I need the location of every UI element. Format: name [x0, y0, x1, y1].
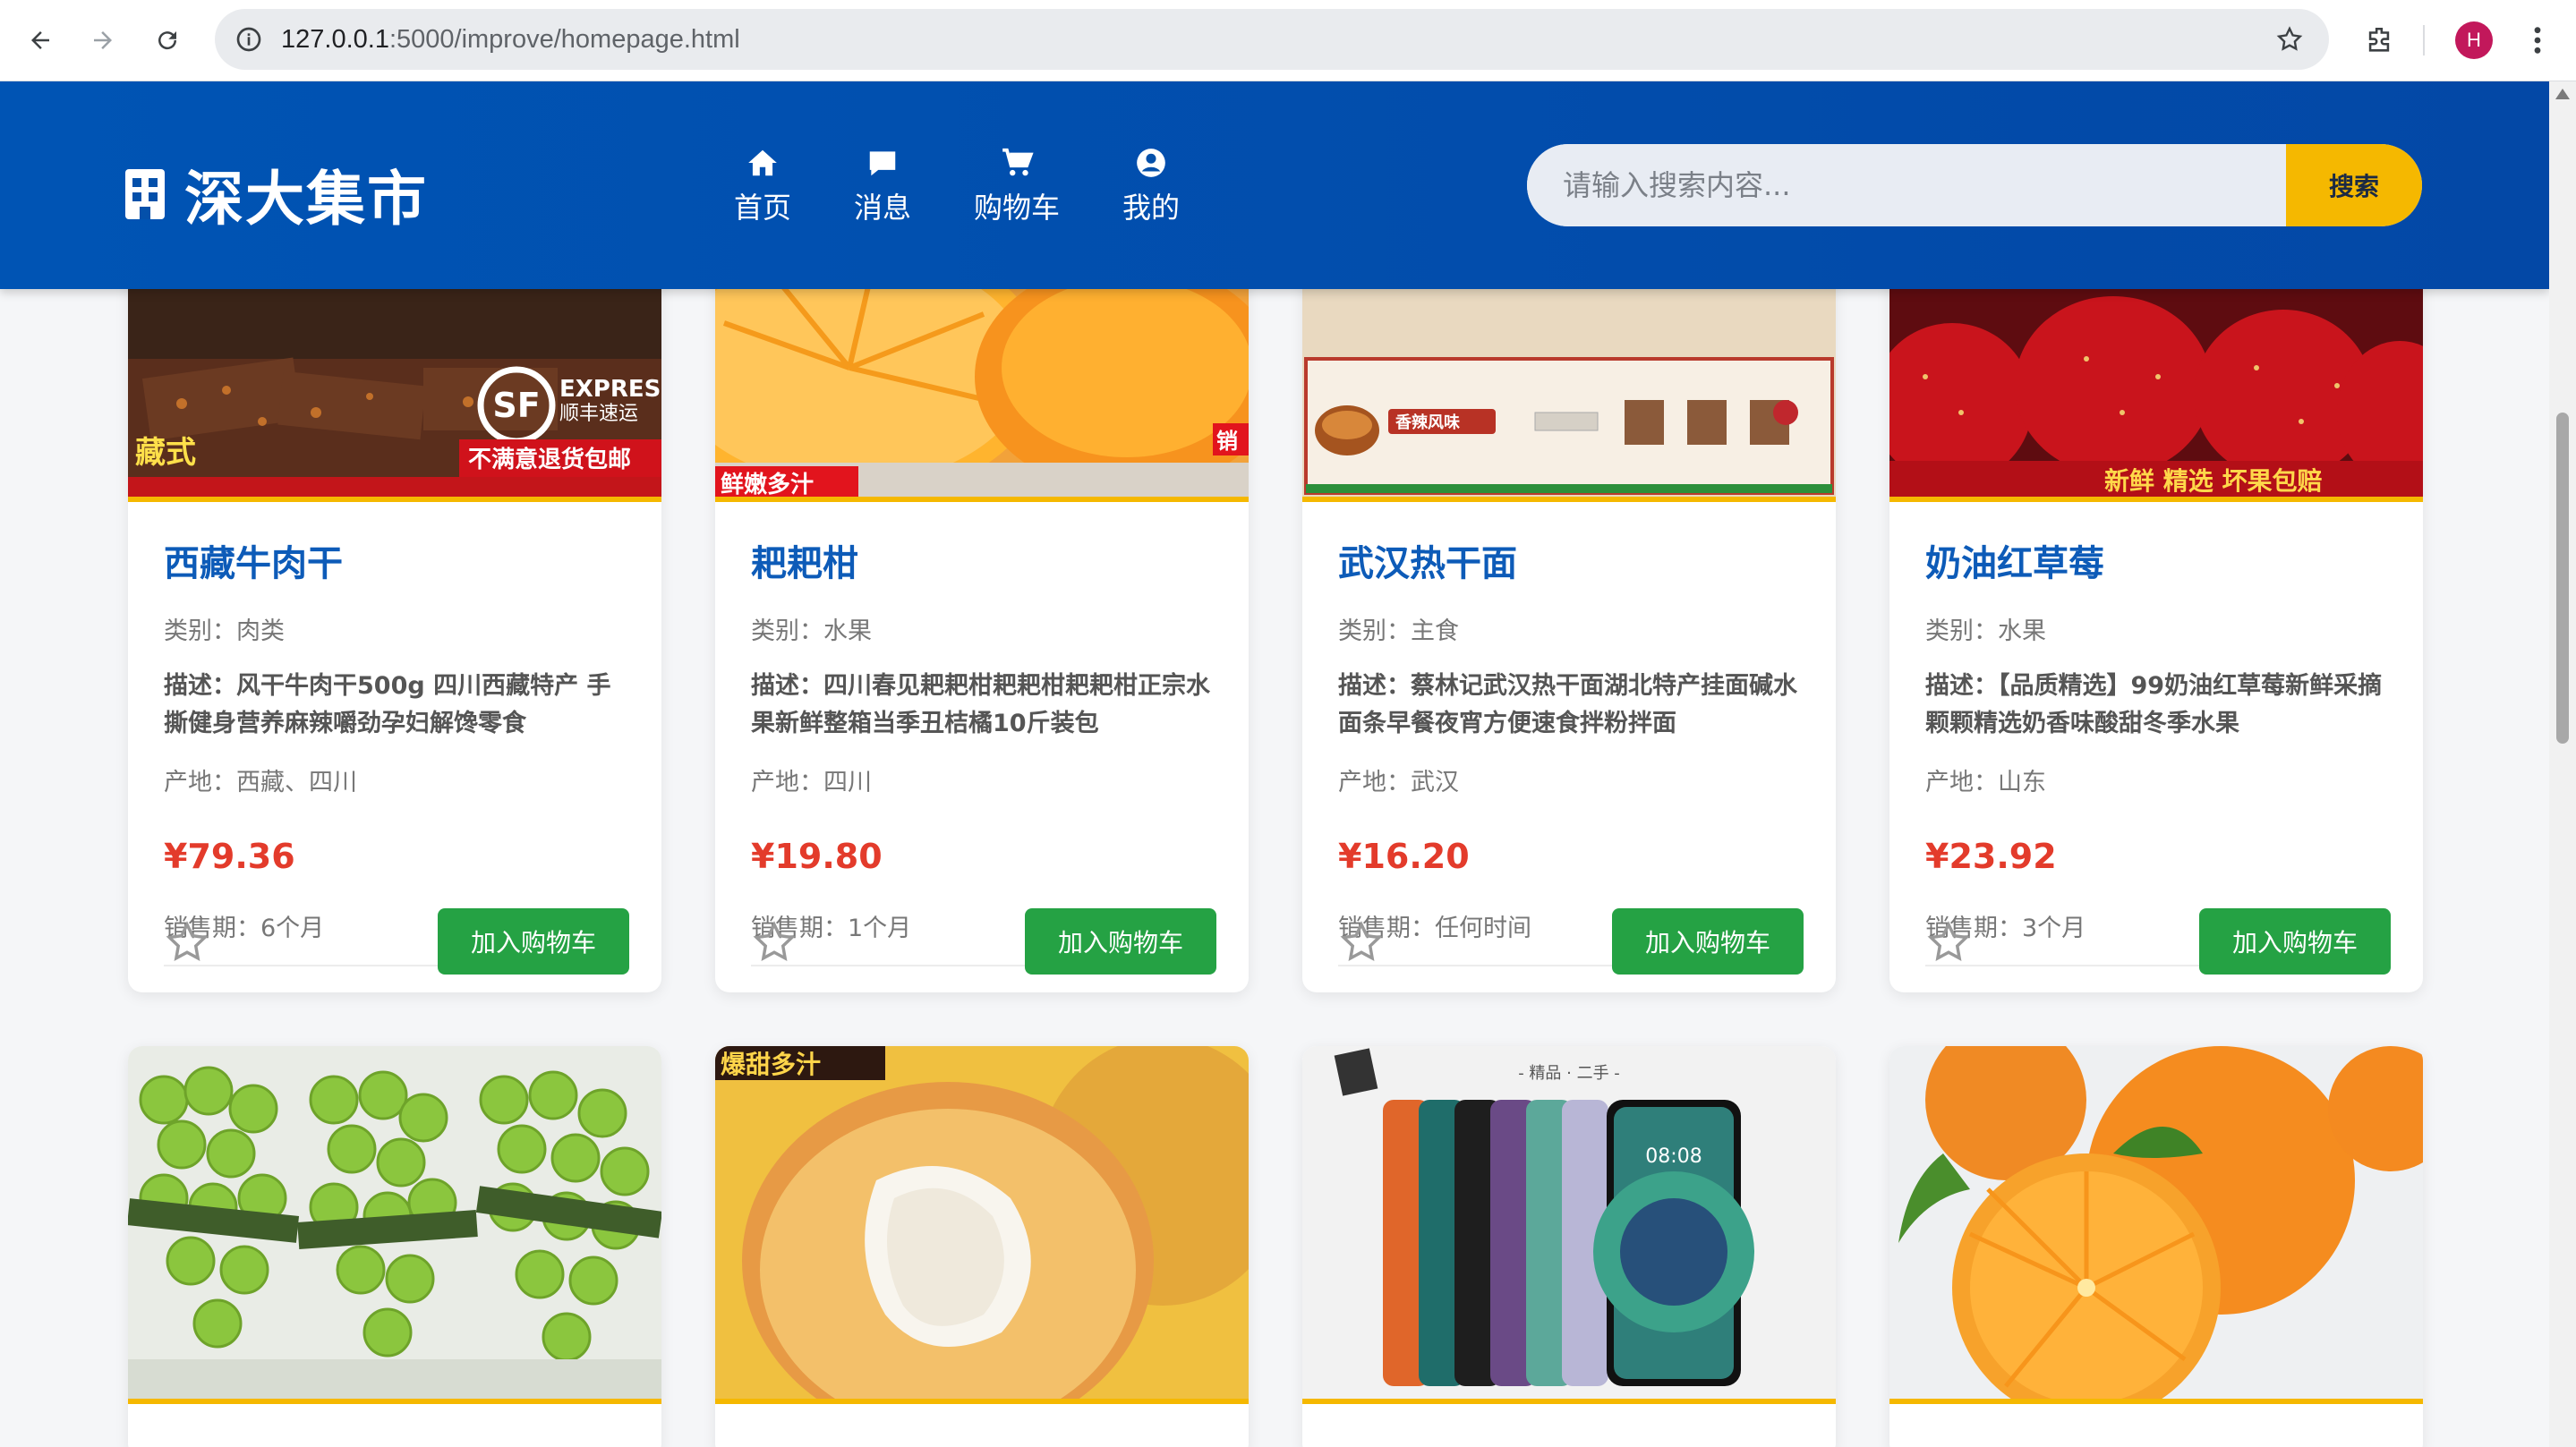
nav-profile-label: 我的 [1122, 191, 1181, 225]
address-bar[interactable]: 127.0.0.1:5000/improve/homepage.html [215, 9, 2329, 70]
product-card[interactable] [128, 1046, 661, 1447]
page-scrollbar[interactable] [2549, 81, 2576, 1447]
product-description: 描述：四川春见耙耙柑耙耙柑耙耙柑正宗水果新鲜整箱当季丑桔橘10斤装包 [751, 672, 1210, 737]
back-icon[interactable] [18, 18, 63, 63]
image-brand-sub: 顺丰速运 [559, 403, 638, 425]
image-tag: 藏式 [135, 435, 196, 471]
product-origin: 产地：山东 [1925, 769, 2046, 796]
home-icon [748, 149, 777, 176]
product-card[interactable]: 爆甜多汁 [715, 1046, 1249, 1447]
site-header: 深大集市 首页 消息 购物车 我的 搜索 [0, 81, 2549, 289]
image-tag: 新鲜 精选 坏果包赔 [2104, 466, 2323, 496]
add-to-cart-button[interactable]: 加入购物车 [438, 908, 629, 975]
product-title[interactable]: 武汉热干面 [1338, 534, 1804, 586]
search-bar: 搜索 [1527, 144, 2422, 226]
site-info-icon[interactable] [231, 21, 267, 57]
product-origin: 产地：武汉 [1338, 769, 1459, 796]
store-icon [125, 169, 165, 219]
product-image[interactable]: 爆甜多汁 [715, 1046, 1249, 1404]
product-description: 描述：蔡林记武汉热干面湖北特产挂面碱水面条早餐夜宵方便速食拌粉拌面 [1338, 672, 1797, 737]
product-category: 类别：肉类 [164, 617, 285, 645]
product-price: ¥19.80 [751, 837, 883, 876]
bookmark-star-icon[interactable] [2272, 21, 2307, 57]
product-price: ¥23.92 [1925, 837, 2057, 876]
profile-avatar[interactable]: H [2455, 21, 2493, 59]
nav-profile[interactable]: 我的 [1122, 146, 1180, 226]
image-brand-text: EXPRESS [559, 376, 661, 403]
product-category: 类别：主食 [1338, 617, 1459, 645]
nav-messages[interactable]: 消息 [854, 146, 911, 226]
add-to-cart-button[interactable]: 加入购物车 [1612, 908, 1804, 975]
image-promo: 不满意退货包邮 [468, 446, 631, 473]
add-to-cart-button[interactable]: 加入购物车 [1025, 908, 1216, 975]
site-logo[interactable]: 深大集市 [125, 151, 428, 237]
url-text: 127.0.0.1:5000/improve/homepage.html [281, 25, 740, 54]
forward-icon[interactable] [81, 18, 125, 63]
svg-text:SF: SF [492, 386, 540, 425]
product-title[interactable]: 耙耙柑 [751, 534, 1216, 586]
add-to-cart-button[interactable]: 加入购物车 [2199, 908, 2391, 975]
message-icon [869, 151, 896, 176]
image-tag: - 精品 · 二手 - [1518, 1064, 1620, 1083]
nav-cart[interactable]: 购物车 [974, 146, 1060, 226]
nav-home[interactable]: 首页 [734, 146, 791, 226]
user-icon [1137, 149, 1165, 177]
toolbar-separator [2423, 25, 2425, 55]
search-button[interactable]: 搜索 [2286, 144, 2422, 226]
extensions-icon[interactable] [2357, 18, 2401, 63]
product-image[interactable]: - 精品 · 二手 - 08:08 [1302, 1046, 1836, 1404]
product-description: 描述：风干牛肉干500g 四川西藏特产 手撕健身营养麻辣嚼劲孕妇解馋零食 [164, 672, 611, 737]
nav-cart-label: 购物车 [974, 191, 1061, 225]
product-title[interactable]: 奶油红草莓 [1925, 534, 2391, 586]
favorite-star-icon[interactable] [751, 919, 798, 966]
product-image[interactable] [128, 1046, 661, 1404]
product-title[interactable]: 西藏牛肉干 [164, 534, 629, 586]
reload-icon[interactable] [145, 18, 190, 63]
product-card[interactable]: - 精品 · 二手 - 08:08 [1302, 1046, 1836, 1447]
page-viewport: 深大集市 首页 消息 购物车 我的 搜索 [0, 81, 2549, 1447]
product-origin: 产地：西藏、四川 [164, 769, 357, 796]
image-tag: 香辣风味 [1395, 413, 1460, 432]
browser-toolbar: 127.0.0.1:5000/improve/homepage.html H [0, 0, 2576, 81]
image-tag: 鲜嫩多汁 [721, 472, 814, 497]
product-description: 描述：【品质精选】99奶油红草莓新鲜采摘颗颗精选奶香味酸甜冬季水果 [1925, 672, 2383, 737]
product-category: 类别：水果 [1925, 617, 2046, 645]
product-price: ¥79.36 [164, 837, 295, 876]
nav-messages-label: 消息 [854, 191, 912, 225]
favorite-star-icon[interactable] [164, 919, 210, 966]
image-tag: 爆甜多汁 [721, 1050, 821, 1079]
nav-home-label: 首页 [734, 191, 792, 225]
image-badge: 销 [1216, 429, 1238, 454]
menu-icon[interactable] [2520, 18, 2555, 63]
image-clock: 08:08 [1645, 1145, 1702, 1168]
product-image[interactable] [1889, 1046, 2423, 1404]
cart-icon [1002, 148, 1034, 176]
product-card[interactable] [1889, 1046, 2423, 1447]
product-price: ¥16.20 [1338, 837, 1470, 876]
main-nav: 首页 消息 购物车 我的 [734, 146, 1242, 226]
scroll-up-arrow-icon[interactable] [2555, 89, 2570, 99]
scrollbar-thumb[interactable] [2556, 413, 2569, 744]
product-category: 类别：水果 [751, 617, 872, 645]
favorite-star-icon[interactable] [1338, 919, 1385, 966]
search-input[interactable] [1527, 144, 2286, 226]
favorite-star-icon[interactable] [1925, 919, 1972, 966]
logo-text: 深大集市 [184, 165, 428, 234]
product-origin: 产地：四川 [751, 769, 872, 796]
